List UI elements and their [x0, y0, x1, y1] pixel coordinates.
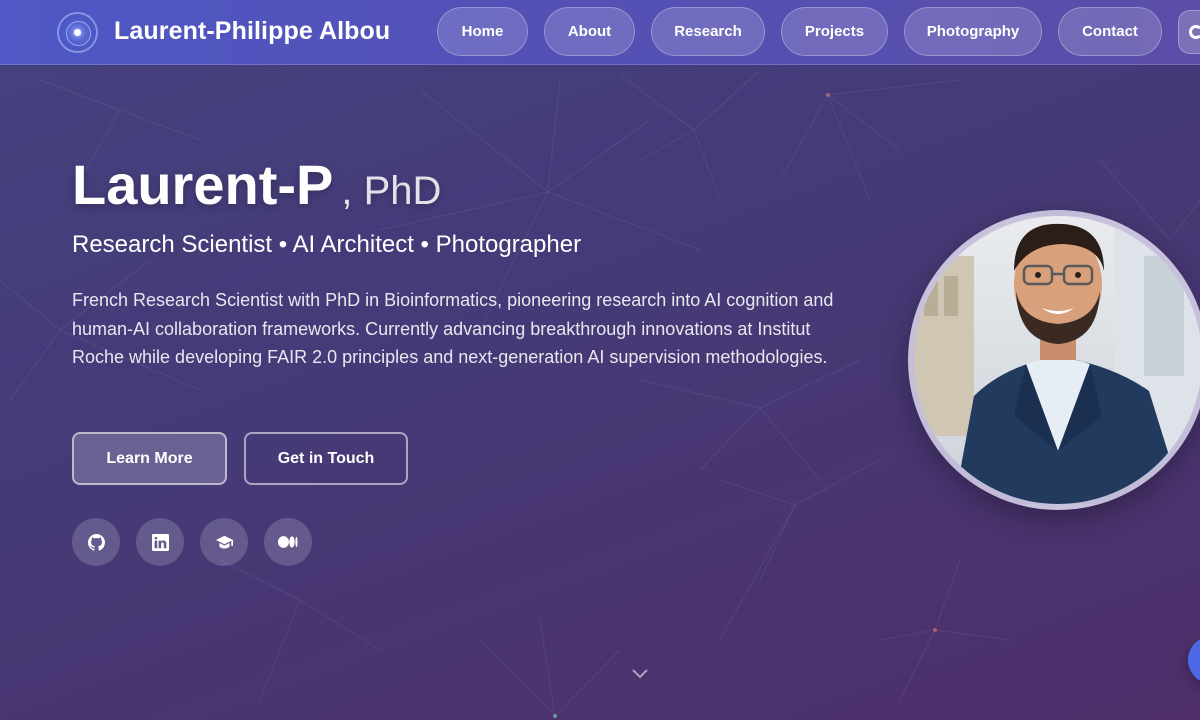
hero-name: Laurent-P, PhD: [72, 152, 441, 217]
hero-tagline: Research Scientist • AI Architect • Phot…: [72, 231, 582, 258]
linkedin-icon: [151, 533, 169, 551]
nav-about[interactable]: About: [544, 7, 635, 56]
nav-home[interactable]: Home: [437, 7, 528, 56]
github-icon: [87, 533, 105, 551]
profile-photo: [908, 210, 1200, 510]
nav-contact[interactable]: Contact: [1058, 7, 1162, 56]
chevron-down-icon[interactable]: [630, 666, 650, 682]
site-header: Laurent-Philippe Albou Home About Resear…: [0, 0, 1200, 65]
scholar-link[interactable]: [200, 518, 248, 566]
nav-research[interactable]: Research: [651, 7, 765, 56]
logo-icon[interactable]: [57, 12, 98, 53]
get-in-touch-button[interactable]: Get in Touch: [244, 432, 408, 485]
hero-name-text: Laurent-P: [72, 153, 334, 216]
moon-icon: [1189, 25, 1200, 39]
hero-description: French Research Scientist with PhD in Bi…: [72, 290, 834, 368]
learn-more-button[interactable]: Learn More: [72, 432, 227, 485]
nav-photography[interactable]: Photography: [904, 7, 1042, 56]
medium-icon: [278, 536, 298, 548]
medium-link[interactable]: [264, 518, 312, 566]
floating-action-button[interactable]: [1188, 636, 1200, 684]
hero-name-suffix: , PhD: [341, 169, 442, 213]
linkedin-link[interactable]: [136, 518, 184, 566]
site-title[interactable]: Laurent-Philippe Albou: [114, 17, 390, 46]
main-nav: Home About Research Projects Photography…: [437, 7, 1162, 56]
portrait-illustration: [914, 216, 1200, 504]
nav-projects[interactable]: Projects: [781, 7, 888, 56]
graduation-cap-icon: [215, 535, 233, 548]
social-links: [72, 518, 312, 566]
github-link[interactable]: [72, 518, 120, 566]
theme-toggle-button[interactable]: [1178, 10, 1200, 54]
